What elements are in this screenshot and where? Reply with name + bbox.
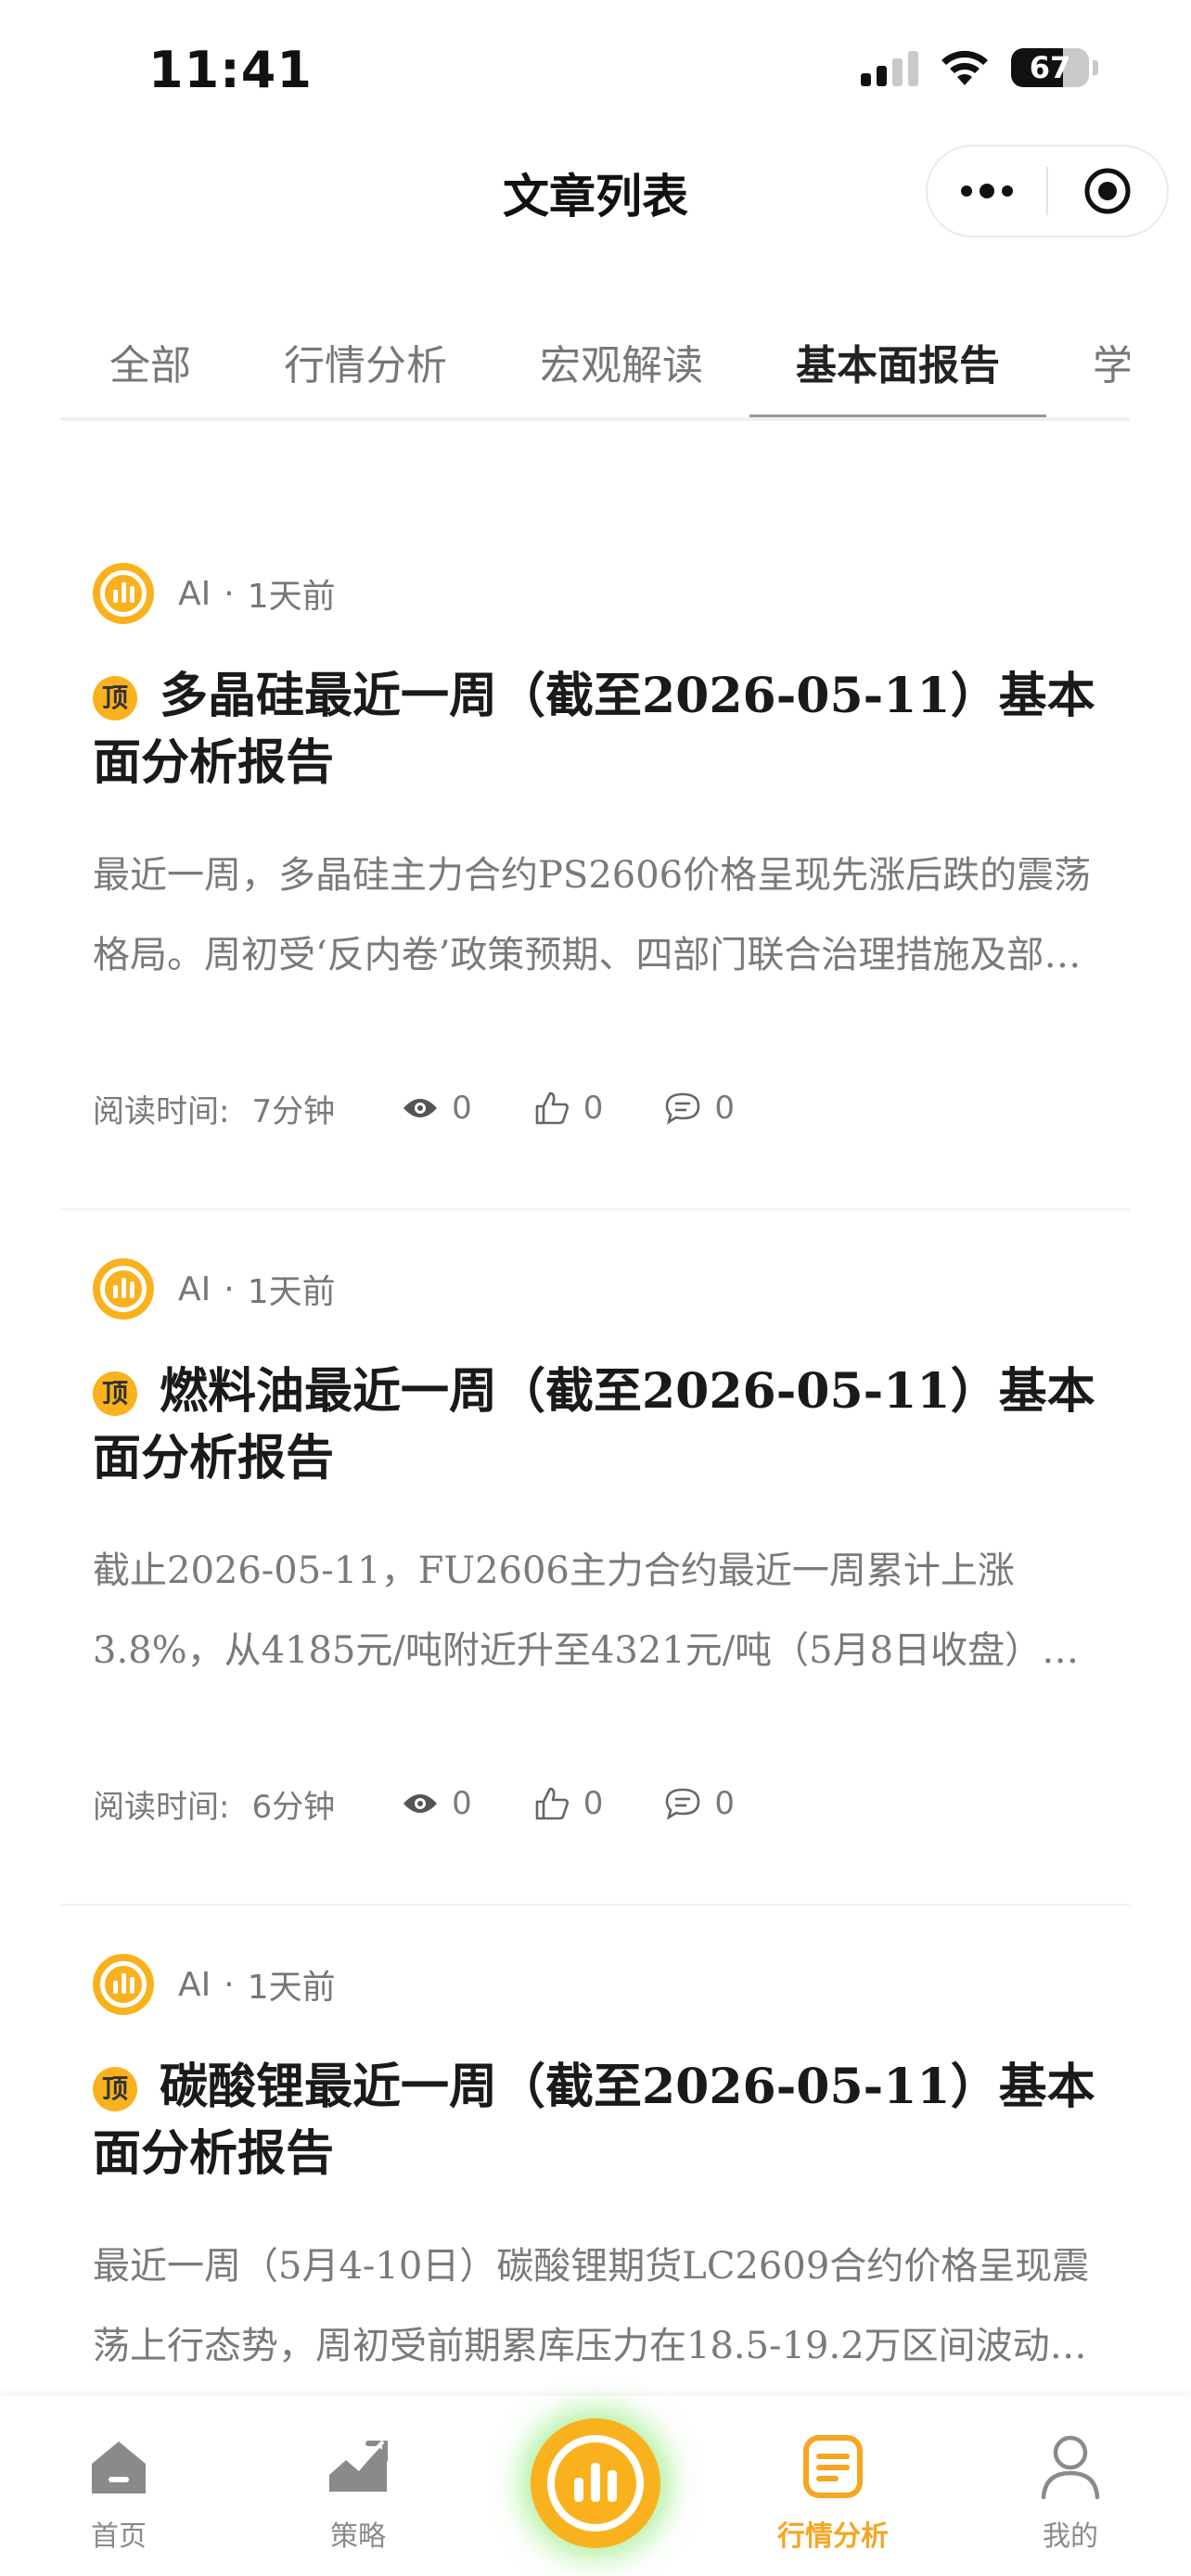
likes-value: 0 <box>583 1785 604 1822</box>
views-value: 0 <box>452 1785 472 1822</box>
meta-dot: · <box>224 1269 235 1308</box>
read-time-label: 阅读时间: <box>93 1788 230 1826</box>
article-stats: 阅读时间: 6分钟 0 0 0 <box>93 1776 1098 1831</box>
article-meta: AI · 1天前 <box>93 1256 1098 1321</box>
likes-value: 0 <box>583 1090 604 1127</box>
article-card[interactable]: AI · 1天前 顶燃料油最近一周（截至2026-05-11）基本面分析报告 截… <box>61 1256 1130 1906</box>
meta-dot: · <box>224 574 235 613</box>
tab-macro[interactable]: 宏观解读 <box>493 315 749 417</box>
battery-icon: 67 <box>1011 48 1089 87</box>
author-logo-icon <box>93 1258 154 1320</box>
thumbs-up-icon <box>535 1091 569 1125</box>
comment-button[interactable]: 0 <box>664 1090 735 1127</box>
publish-time: 1天前 <box>247 1273 336 1311</box>
strategy-chart-icon <box>327 2440 388 2492</box>
comment-icon <box>666 1788 700 1820</box>
cellular-signal-icon <box>861 49 918 86</box>
tab-fundamental-report[interactable]: 基本面报告 <box>749 315 1046 417</box>
battery-percent: 67 <box>1029 50 1071 85</box>
summary-line-2: 格局。周初受‘反内卷’政策预期、四部门联合治理措施及部门… <box>93 934 1098 976</box>
tab-market-analysis[interactable]: 行情分析 <box>237 315 493 417</box>
wifi-icon <box>941 50 988 85</box>
article-title: 顶燃料油最近一周（截至2026-05-11）基本面分析报告 <box>93 1358 1098 1492</box>
comments-value: 0 <box>714 1090 736 1127</box>
comments-value: 0 <box>714 1785 736 1822</box>
thumbs-up-icon <box>535 1787 569 1820</box>
summary-line-2: 3.8%，从4185元/吨附近升至4321元/吨（5月8日收盘）… <box>93 1629 1080 1672</box>
home-icon <box>92 2442 146 2493</box>
category-tabs: 全部 行情分析 宏观解读 基本面报告 学 <box>61 315 1130 421</box>
read-time-value: 6分钟 <box>251 1788 336 1826</box>
close-miniprogram-button[interactable] <box>1048 147 1167 236</box>
more-button[interactable] <box>928 147 1046 236</box>
eye-icon <box>403 1099 438 1117</box>
read-time-value: 7分钟 <box>251 1092 336 1130</box>
author-logo-icon <box>93 563 154 624</box>
article-summary: 最近一周（5月4-10日）碳酸锂期货LC2609合约价格呈现震 荡上行态势，周初… <box>93 2226 1098 2386</box>
summary-line-1: 截止2026-05-11，FU2606主力合约最近一周累计上涨 <box>93 1549 1015 1592</box>
like-button[interactable]: 0 <box>533 1090 604 1127</box>
article-title-text: 燃料油最近一周（截至2026-05-11）基本面分析报告 <box>93 1363 1095 1486</box>
summary-line-2: 荡上行态势，周初受前期累库压力在18.5-19.2万区间波动… <box>93 2325 1087 2367</box>
publish-time: 1天前 <box>247 578 336 616</box>
article-meta: AI · 1天前 <box>93 1952 1098 2017</box>
author-logo-icon <box>93 1954 154 2015</box>
views-count: 0 <box>402 1785 472 1822</box>
card-divider <box>61 1208 1130 1210</box>
article-meta: AI · 1天前 <box>93 561 1098 626</box>
tabbar-market-analysis-label: 行情分析 <box>777 2520 889 2553</box>
views-count: 0 <box>402 1090 472 1127</box>
center-action-button[interactable] <box>531 2418 660 2548</box>
article-title: 顶碳酸锂最近一周（截至2026-05-11）基本面分析报告 <box>93 2054 1098 2187</box>
article-stats: 阅读时间: 7分钟 0 0 0 <box>93 1080 1098 1136</box>
tabbar-home-label: 首页 <box>91 2520 147 2553</box>
target-close-icon <box>1084 168 1131 214</box>
publish-time: 1天前 <box>247 1969 336 2007</box>
article-summary: 最近一周，多晶硅主力合约PS2606价格呈现先涨后跌的震荡 格局。周初受‘反内卷… <box>93 835 1098 995</box>
like-button[interactable]: 0 <box>533 1785 604 1822</box>
tab-all[interactable]: 全部 <box>61 315 237 417</box>
tabbar-strategy-label: 策略 <box>330 2520 386 2553</box>
meta-dot: · <box>224 1965 235 2004</box>
status-icons: 67 <box>861 48 1098 87</box>
read-time-label: 阅读时间: <box>93 1092 230 1130</box>
summary-line-1: 最近一周，多晶硅主力合约PS2606价格呈现先涨后跌的震荡 <box>93 854 1092 897</box>
pinned-badge: 顶 <box>93 676 137 721</box>
comment-icon <box>666 1092 700 1125</box>
article-summary: 截止2026-05-11，FU2606主力合约最近一周累计上涨 3.8%，从41… <box>93 1531 1098 1690</box>
tabbar-mine[interactable]: 我的 <box>987 2429 1154 2554</box>
article-title-text: 多晶硅最近一周（截至2026-05-11）基本面分析报告 <box>93 668 1095 791</box>
eye-icon <box>403 1794 438 1813</box>
article-title: 顶多晶硅最近一周（截至2026-05-11）基本面分析报告 <box>93 663 1098 797</box>
comment-button[interactable]: 0 <box>664 1785 735 1822</box>
tabbar-strategy[interactable]: 策略 <box>275 2429 442 2554</box>
page: 11:41 67 文章列表 全部 行情分析 宏观解读 基本面报告 学 AI · … <box>0 0 1191 2576</box>
mini-program-capsule <box>926 145 1169 237</box>
tabbar-market-analysis[interactable]: 行情分析 <box>749 2429 916 2554</box>
user-profile-icon <box>1041 2435 1100 2500</box>
pinned-badge: 顶 <box>93 1371 137 1416</box>
battery-tip <box>1093 60 1098 75</box>
card-divider <box>61 1904 1130 1906</box>
center-logo-icon <box>547 2435 644 2531</box>
pinned-badge: 顶 <box>93 2067 137 2111</box>
status-bar: 11:41 67 <box>0 0 1191 139</box>
tabbar-home[interactable]: 首页 <box>35 2429 202 2554</box>
article-doc-icon <box>803 2435 863 2498</box>
tabbar-mine-label: 我的 <box>1043 2520 1098 2553</box>
more-dots-icon <box>961 184 1013 198</box>
summary-line-1: 最近一周（5月4-10日）碳酸锂期货LC2609合约价格呈现震 <box>93 2245 1090 2288</box>
article-title-text: 碳酸锂最近一周（截至2026-05-11）基本面分析报告 <box>93 2059 1095 2182</box>
status-time: 11:41 <box>148 41 313 99</box>
author-name: AI <box>178 1965 211 2004</box>
author-name: AI <box>178 574 211 613</box>
article-card[interactable]: AI · 1天前 顶多晶硅最近一周（截至2026-05-11）基本面分析报告 最… <box>61 561 1130 1210</box>
views-value: 0 <box>452 1090 472 1127</box>
article-card[interactable]: AI · 1天前 顶碳酸锂最近一周（截至2026-05-11）基本面分析报告 最… <box>61 1952 1130 2397</box>
tab-study[interactable]: 学 <box>1046 315 1130 417</box>
author-name: AI <box>178 1269 211 1308</box>
